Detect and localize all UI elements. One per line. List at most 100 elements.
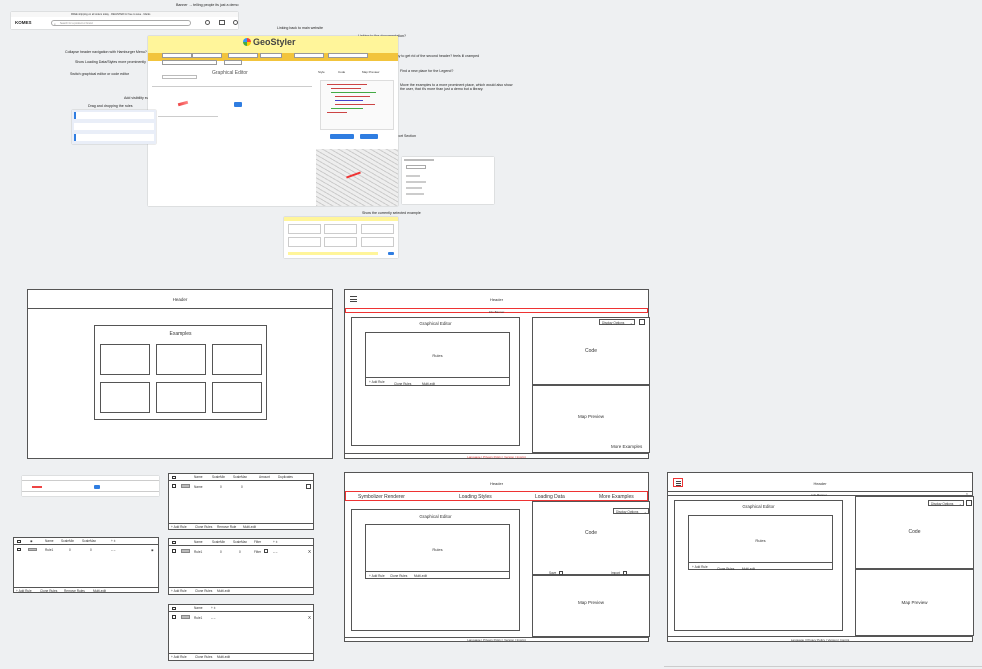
cart-icon[interactable] xyxy=(219,20,225,25)
table-a-remove-rules[interactable]: Remove Rules xyxy=(64,589,85,593)
code-editor[interactable] xyxy=(320,80,394,130)
table-c-row-name[interactable]: Rule1 xyxy=(194,550,202,554)
table-a-row-scalemin[interactable]: 0 xyxy=(69,548,71,552)
wf3-add-rule[interactable]: + Add Rule xyxy=(369,574,385,578)
wf3-nav-loading-styles[interactable]: Loading Styles xyxy=(459,494,492,500)
wf1-example-card-3[interactable] xyxy=(212,344,262,375)
wf2-add-rule[interactable]: + Add Rule xyxy=(369,380,385,384)
tab-code[interactable]: Code xyxy=(338,70,345,74)
wf2-display-options[interactable]: Display Options ⌄ xyxy=(599,319,635,325)
symbol-swatch[interactable] xyxy=(181,615,190,619)
wf3-nav-more-examples[interactable]: More Examples xyxy=(599,494,634,500)
save-icon[interactable] xyxy=(966,500,972,506)
wf1-example-card-4[interactable] xyxy=(100,382,150,413)
table-a-add-rule[interactable]: + Add Rule xyxy=(16,589,32,593)
minus-icon[interactable]: – – xyxy=(273,550,277,554)
settings-icon[interactable] xyxy=(233,20,238,25)
table-b-row-scalemin[interactable]: 0 xyxy=(220,485,222,489)
table-b-multi-edit[interactable]: Multi-edit xyxy=(243,525,256,529)
rule-card-1[interactable] xyxy=(74,112,154,119)
table-c-multi-edit[interactable]: Multi-edit xyxy=(217,589,230,593)
table-a-row-scalemax[interactable]: 0 xyxy=(90,548,92,552)
example-card-5[interactable] xyxy=(324,237,357,247)
toolbar-select-3[interactable] xyxy=(228,53,258,58)
example-card-1[interactable] xyxy=(288,224,321,234)
plus-minus-icon[interactable]: + ± xyxy=(273,540,278,544)
rule-edit-button[interactable] xyxy=(234,102,242,107)
row-checkbox[interactable] xyxy=(172,549,176,553)
tab-style[interactable]: Style xyxy=(318,70,325,74)
rule-card-3[interactable] xyxy=(74,134,154,141)
map-preview[interactable] xyxy=(316,149,398,206)
rule-card-2[interactable] xyxy=(74,123,154,130)
tab-map-preview[interactable]: Map Preview xyxy=(362,70,379,74)
example-card-4[interactable] xyxy=(288,237,321,247)
reference-search-input[interactable]: ⌕ Search for a product or brand xyxy=(51,20,191,26)
table-c-clone-rules[interactable]: Clone Rules xyxy=(195,589,212,593)
wf4-footer[interactable]: Language | Privacy Policy | Version | Im… xyxy=(668,638,972,642)
symbol-swatch[interactable] xyxy=(181,549,190,553)
save-as-button[interactable] xyxy=(360,134,378,139)
wf2-more-examples[interactable]: More Examples xyxy=(611,444,642,449)
examples-go-button[interactable] xyxy=(388,252,394,255)
table-d-multi-edit[interactable]: Multi-edit xyxy=(217,655,230,659)
wf2-clone-rules[interactable]: Clone Rules xyxy=(394,382,411,386)
wf1-example-card-1[interactable] xyxy=(100,344,150,375)
wf4-clone-rules[interactable]: Clone Rules xyxy=(717,567,734,571)
example-card-6[interactable] xyxy=(361,237,394,247)
eye-icon[interactable]: ◉ xyxy=(151,548,154,552)
table-c-row-filter[interactable]: Filter xyxy=(254,550,261,554)
copy-clipboard-button[interactable] xyxy=(330,134,354,139)
wf3-footer[interactable]: Language | Privacy Policy | Version | Im… xyxy=(345,638,648,642)
table-a-multi-edit[interactable]: Multi-edit xyxy=(93,589,106,593)
wf4-multi-edit[interactable]: Multi-edit xyxy=(742,567,755,571)
table-b-remove-rule[interactable]: Remove Rule xyxy=(217,525,236,529)
wf3-nav-symbolizer[interactable]: Symbolizer Renderer xyxy=(358,494,405,500)
wf3-multi-edit[interactable]: Multi-edit xyxy=(414,574,427,578)
minus-icon[interactable]: – – xyxy=(111,548,115,552)
wf3-display-options[interactable]: Display Options ⌄ xyxy=(613,508,649,514)
delete-icon[interactable]: X xyxy=(308,549,311,554)
example-card-3[interactable] xyxy=(361,224,394,234)
table-d-row-name[interactable]: Rule1 xyxy=(194,616,202,620)
plus-minus-icon[interactable]: + ± xyxy=(111,539,116,543)
select-all-checkbox[interactable] xyxy=(17,539,21,543)
select-all-checkbox[interactable] xyxy=(172,606,176,610)
wf2-footer[interactable]: Language | Privacy Policy | Version | Im… xyxy=(345,455,648,459)
edit-icon[interactable] xyxy=(306,483,311,489)
symbol-swatch[interactable] xyxy=(28,547,37,551)
toolbar-select-4[interactable] xyxy=(260,53,282,58)
toolbar-select-8[interactable] xyxy=(224,60,242,65)
plus-minus-icon[interactable]: + ± xyxy=(211,606,216,610)
row-checkbox[interactable] xyxy=(172,484,176,488)
wf1-example-card-6[interactable] xyxy=(212,382,262,413)
toolbar-select-6[interactable] xyxy=(328,53,368,58)
rule-edit-button[interactable] xyxy=(94,485,100,489)
geostyler-name-input[interactable] xyxy=(162,75,197,79)
eye-icon[interactable]: ◉ xyxy=(30,539,33,543)
row-checkbox[interactable] xyxy=(172,615,176,619)
user-icon[interactable] xyxy=(205,20,210,25)
table-a-row-name[interactable]: Rule1 xyxy=(45,548,53,552)
toolbar-select-7[interactable] xyxy=(162,60,217,65)
wf1-example-card-2[interactable] xyxy=(156,344,206,375)
table-b-clone-rules[interactable]: Clone Rules xyxy=(195,525,212,529)
row-checkbox[interactable] xyxy=(17,547,21,551)
toolbar-select-5[interactable] xyxy=(294,53,324,58)
table-c-row-scalemax[interactable]: 0 xyxy=(239,550,241,554)
wf1-example-card-5[interactable] xyxy=(156,382,206,413)
table-d-add-rule[interactable]: + Add Rule xyxy=(171,655,187,659)
wf4-display-options[interactable]: Display Options ⌄ xyxy=(928,500,964,506)
table-d-clone-rules[interactable]: Clone Rules xyxy=(195,655,212,659)
wf2-multi-edit[interactable]: Multi-edit xyxy=(422,382,435,386)
table-b-row-scalemax[interactable]: 0 xyxy=(241,485,243,489)
select-all-checkbox[interactable] xyxy=(172,540,176,544)
table-b-row-name[interactable]: Name xyxy=(194,485,203,489)
table-c-add-rule[interactable]: + Add Rule xyxy=(171,589,187,593)
select-all-checkbox[interactable] xyxy=(172,475,176,479)
minus-icon[interactable]: – – xyxy=(211,616,215,620)
wf4-add-rule[interactable]: + Add Rule xyxy=(692,565,708,569)
table-c-row-scalemin[interactable]: 0 xyxy=(220,550,222,554)
symbol-swatch[interactable] xyxy=(181,484,190,488)
save-icon[interactable] xyxy=(639,319,645,325)
